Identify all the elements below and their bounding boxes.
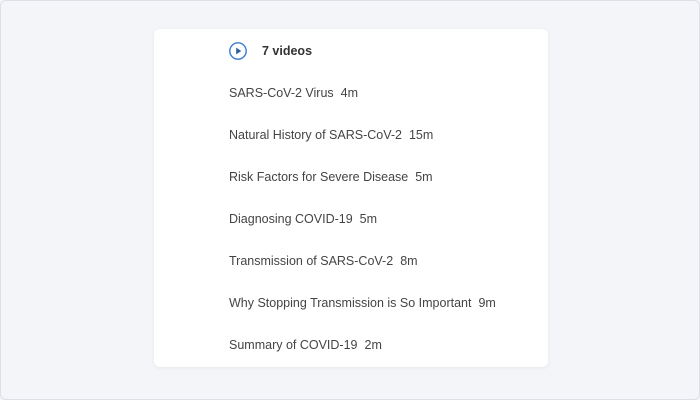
video-title: Natural History of SARS-CoV-2 (229, 128, 402, 142)
video-list-card: 7 videos SARS-CoV-2 Virus 4m Natural Hist… (154, 29, 548, 367)
video-title: Why Stopping Transmission is So Importan… (229, 296, 472, 310)
list-item[interactable]: Transmission of SARS-CoV-2 8m (229, 247, 496, 289)
video-duration: 5m (415, 170, 433, 184)
play-circle-icon[interactable] (229, 42, 247, 60)
video-title: Risk Factors for Severe Disease (229, 170, 409, 184)
video-title: Summary of COVID-19 (229, 338, 358, 352)
video-duration: 8m (400, 254, 418, 268)
video-count-header: 7 videos (229, 41, 312, 61)
video-list: SARS-CoV-2 Virus 4m Natural History of SA… (229, 79, 496, 373)
video-duration: 15m (408, 128, 434, 142)
video-duration: 4m (340, 86, 359, 100)
video-title: Diagnosing COVID-19 (229, 212, 353, 226)
list-item[interactable]: SARS-CoV-2 Virus 4m (229, 79, 496, 121)
list-item[interactable]: Summary of COVID-19 2m (229, 331, 496, 373)
video-count-label: 7 videos (262, 44, 313, 58)
video-title: SARS-CoV-2 Virus (229, 86, 334, 100)
page-frame: 7 videos SARS-CoV-2 Virus 4m Natural Hist… (0, 0, 700, 400)
list-item[interactable]: Diagnosing COVID-19 5m (229, 205, 496, 247)
list-item[interactable]: Why Stopping Transmission is So Importan… (229, 289, 496, 331)
video-duration: 5m (359, 212, 378, 226)
list-item[interactable]: Risk Factors for Severe Disease 5m (229, 163, 496, 205)
video-duration: 2m (364, 338, 382, 352)
list-item[interactable]: Natural History of SARS-CoV-2 15m (229, 121, 496, 163)
video-duration: 9m (478, 296, 496, 310)
video-title: Transmission of SARS-CoV-2 (229, 254, 394, 268)
